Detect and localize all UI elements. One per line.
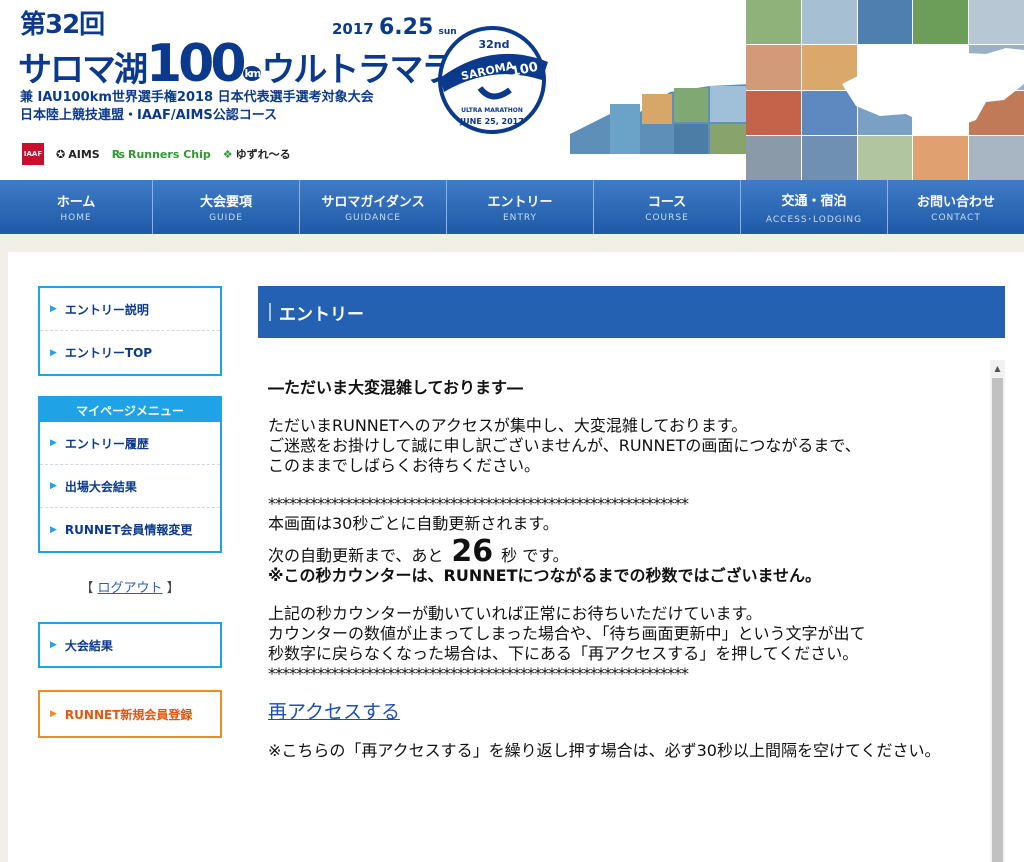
emblem-subtitle: ULTRA MARATHON: [461, 107, 523, 114]
results-box: ▶ 大会結果: [38, 622, 222, 668]
logout-link[interactable]: ログアウト: [97, 581, 162, 596]
sidebar-item-entry-history[interactable]: ▶ エントリー履歴: [40, 422, 220, 465]
photo: [746, 135, 801, 180]
emblem-date: JUNE 25, 2017: [459, 117, 524, 126]
busy-title: ―ただいま大変混雑しております―: [268, 378, 524, 397]
counter-disclaimer: ※この秒カウンターは、RUNNETにつながるまでの秒数ではございません。: [268, 566, 822, 585]
nav-entry[interactable]: エントリー ENTRY: [447, 180, 594, 234]
arrow-right-icon: ▶: [50, 438, 57, 448]
sponsor-logos: IAAF ✪ AIMS ₨ Runners Chip ❖ ゆずれ～る: [22, 142, 291, 166]
subtitle-championship: 兼 IAU100km世界選手権2018 日本代表選手選考対象大会: [20, 90, 374, 105]
photo: [913, 0, 969, 45]
lake-map-shape: [842, 48, 1024, 128]
separator-stars: ****************************************…: [268, 664, 689, 683]
nav-contact[interactable]: お問い合わせ CONTACT: [888, 180, 1024, 234]
arrow-right-icon: ▶: [50, 304, 57, 314]
final-note: ※こちらの「再アクセスする」を繰り返し押す場合は、必ず30秒以上間隔を空けてくだ…: [268, 741, 941, 760]
separator-stars: ****************************************…: [268, 494, 689, 513]
info-line-1: 上記の秒カウンターが動いていれば正常にお待ちいただけています。: [268, 604, 762, 623]
register-box: ▶ RUNNET新規会員登録: [38, 690, 222, 738]
countdown-line: 次の自動更新まで、あと 26 秒 です。: [268, 534, 569, 569]
section-heading: エントリー: [258, 286, 1005, 338]
heading-bar: [269, 303, 271, 321]
runners-chip-logo: ₨ Runners Chip: [111, 147, 211, 161]
iaaf-logo: IAAF: [22, 143, 44, 165]
arrow-right-icon: ▶: [50, 524, 57, 535]
emblem-edition: 32nd: [478, 38, 509, 51]
photo: [746, 45, 801, 90]
info-line-3: 秒数字に戻らなくなった場合は、下にある「再アクセスする」を押してください。: [268, 644, 859, 663]
arrow-right-icon: ▶: [50, 481, 57, 491]
nav-course[interactable]: コース COURSE: [594, 180, 741, 234]
title-distance: 100: [146, 34, 247, 94]
mypage-menu-title: マイページメニュー: [40, 398, 220, 422]
yuzureru-icon: ❖: [222, 147, 233, 161]
logout-line: 【 ログアウト 】: [80, 581, 180, 596]
nav-access-lodging[interactable]: 交通・宿泊 ACCESS･LODGING: [741, 180, 888, 234]
photo: [801, 0, 857, 45]
aims-logo: ✪ AIMS: [56, 147, 100, 161]
photo: [801, 135, 857, 180]
auto-refresh-note: 本画面は30秒ごとに自動更新されます。: [268, 514, 559, 533]
sidebar-item-entry-top[interactable]: ▶ エントリーTOP: [40, 331, 220, 374]
mypage-menu-box: マイページメニュー ▶ エントリー履歴 ▶ 出場大会結果 ▶ RUNNET会員情報変更: [38, 396, 222, 553]
sidebar-item-runnet-register[interactable]: ▶ RUNNET新規会員登録: [40, 692, 220, 736]
photo: [913, 135, 969, 180]
course-photo-strip: [570, 84, 750, 154]
photo: [857, 135, 913, 180]
page-title: エントリー: [279, 304, 364, 325]
sidebar-item-member-info[interactable]: ▶ RUNNET会員情報変更: [40, 508, 220, 551]
photo: [857, 0, 913, 45]
yuzureru-logo: ❖ ゆずれ～る: [222, 147, 291, 162]
nav-guidance[interactable]: サロマガイダンス GUIDANCE: [300, 180, 447, 234]
sidebar-item-event-results[interactable]: ▶ 大会結果: [40, 624, 220, 666]
subtitle-certification: 日本陸上競技連盟・IAAF/AIMS公認コース: [20, 108, 278, 123]
arrow-right-icon: ▶: [50, 640, 57, 650]
aims-icon: ✪: [56, 147, 66, 161]
busy-message-3: このままでしばらくお待ちください。: [268, 456, 541, 475]
countdown-seconds: 26: [451, 534, 494, 569]
waiting-message-frame[interactable]: ―ただいま大変混雑しております― ただいまRUNNETへのアクセスが集中し、大変…: [258, 360, 1005, 862]
sidebar-item-entry-guide[interactable]: ▶ エントリー説明: [40, 288, 220, 331]
busy-message-1: ただいまRUNNETへのアクセスが集中し、大変混雑しております。: [268, 416, 748, 435]
title-lake: サロマ湖: [18, 50, 148, 90]
content-scrollbar[interactable]: ▲: [990, 360, 1005, 862]
arrow-right-icon: ▶: [50, 709, 57, 719]
photo: [969, 0, 1024, 45]
photo: [746, 90, 801, 135]
nav-home[interactable]: ホーム HOME: [0, 180, 153, 234]
site-header: 第32回 2017 6.25 sun サロマ湖100 kmウルトラマラソン 兼 I…: [0, 0, 1024, 180]
busy-message-2: ご迷惑をお掛けして誠に申し訳ございませんが、RUNNETの画面につながるまで、: [268, 436, 861, 455]
scroll-up-icon[interactable]: ▲: [990, 360, 1005, 376]
runners-chip-icon: ₨: [111, 147, 125, 161]
title-km-unit: km: [242, 66, 262, 81]
sidebar-item-race-results[interactable]: ▶ 出場大会結果: [40, 465, 220, 508]
waiting-message: ―ただいま大変混雑しております― ただいまRUNNETへのアクセスが集中し、大変…: [268, 378, 992, 761]
event-emblem: 32nd SAROMA 100 ULTRA MARATHON JUNE 25, …: [438, 26, 548, 134]
reaccess-link[interactable]: 再アクセスする: [268, 701, 400, 723]
nav-guide[interactable]: 大会要項 GUIDE: [153, 180, 300, 234]
photo: [746, 0, 801, 45]
info-line-2: カウンターの数値が止まってしまった場合や、「待ち画面更新中」という文字が出て: [268, 624, 866, 643]
arrow-right-icon: ▶: [50, 347, 57, 358]
entry-menu-box: ▶ エントリー説明 ▶ エントリーTOP: [38, 286, 222, 376]
global-nav: ホーム HOME 大会要項 GUIDE サロマガイダンス GUIDANCE エントリー…: [0, 180, 1024, 234]
photo: [969, 135, 1024, 180]
scroll-thumb[interactable]: [992, 378, 1003, 862]
